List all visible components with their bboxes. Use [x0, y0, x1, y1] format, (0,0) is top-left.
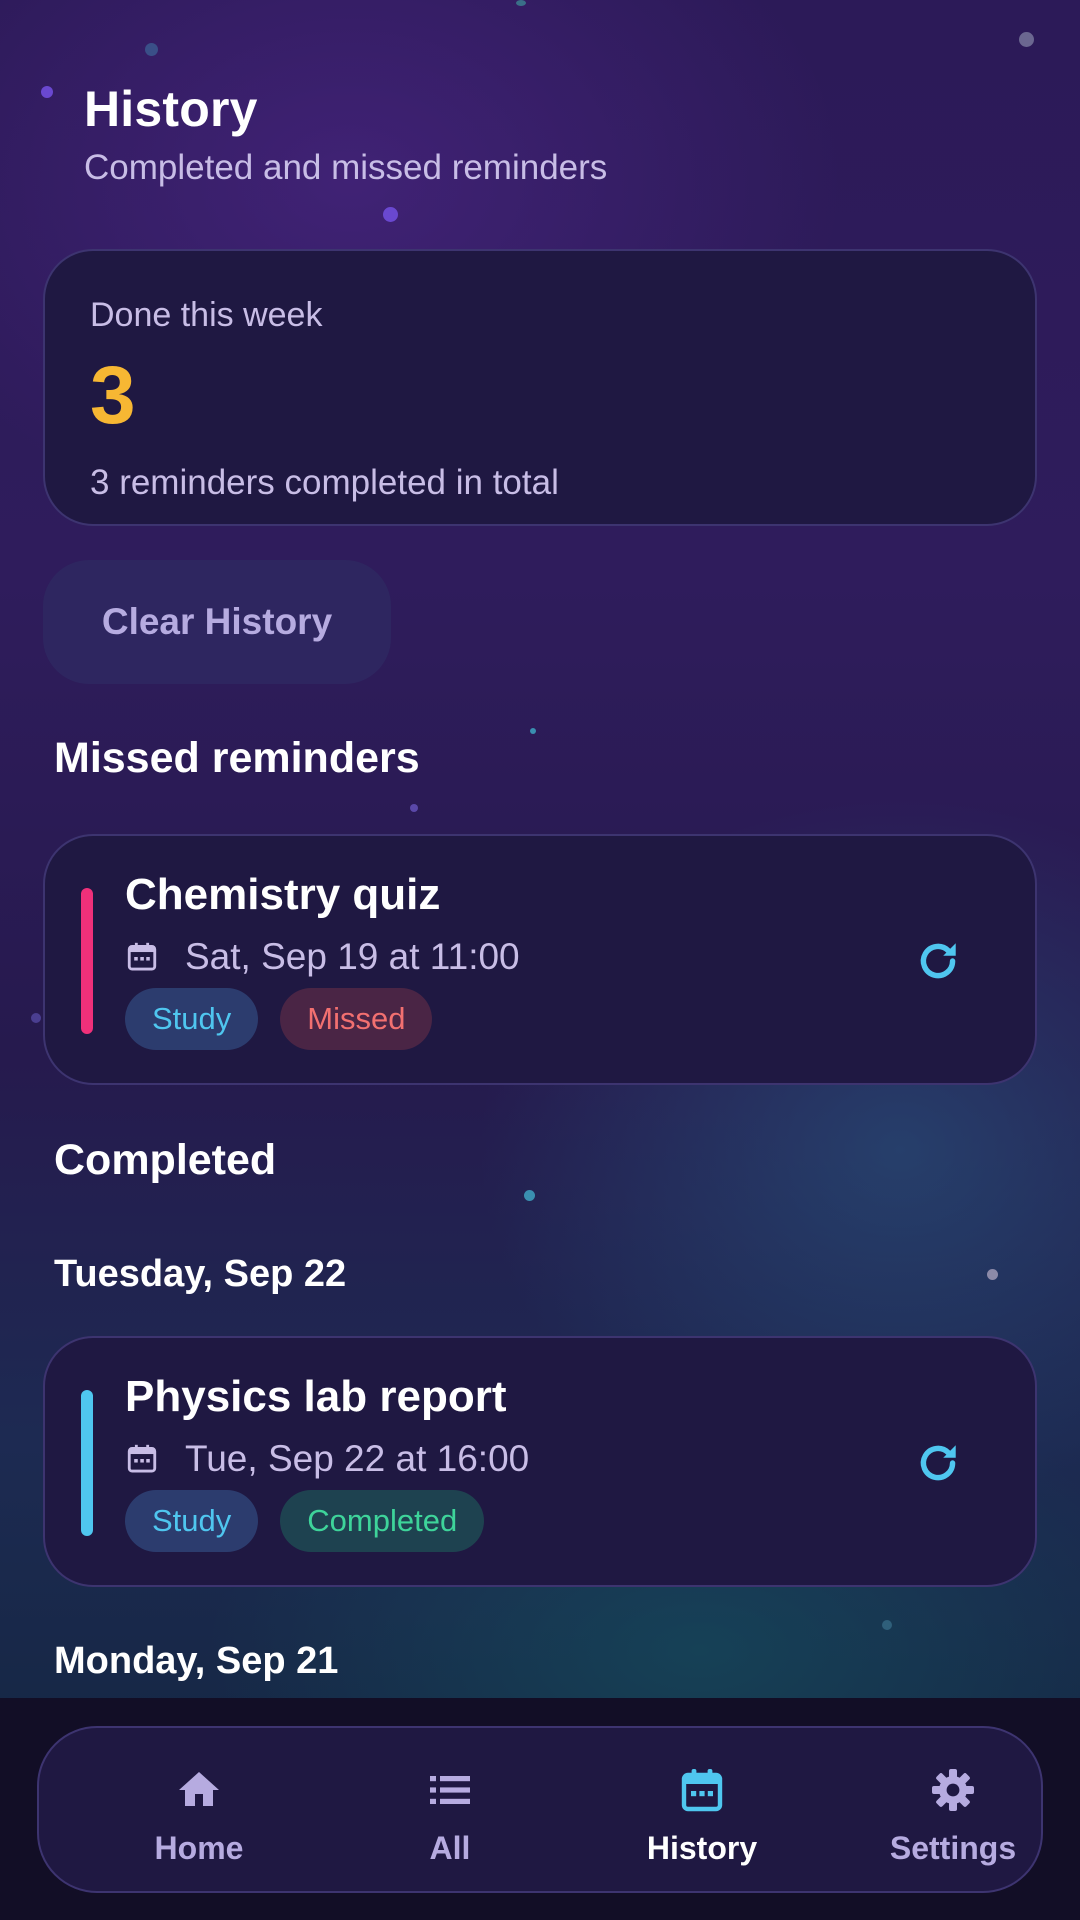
summary-total: 3 reminders completed in total	[90, 463, 559, 502]
summary-label: Done this week	[90, 296, 323, 334]
gear-icon	[932, 1769, 974, 1811]
nav-item-history[interactable]: History	[592, 1728, 812, 1895]
reminder-date: Sat, Sep 19 at 11:00	[185, 936, 520, 977]
category-chip: Study	[125, 988, 259, 1050]
status-badge: Missed	[280, 988, 433, 1050]
bottom-nav: Home All History Settings	[37, 1726, 1043, 1893]
nav-label: Home	[154, 1830, 244, 1866]
background-dot	[987, 1269, 998, 1280]
background-dot	[516, 0, 526, 6]
background-dot	[145, 43, 158, 56]
reminder-accent-bar	[81, 1390, 93, 1536]
nav-label: Settings	[889, 1830, 1017, 1866]
nav-label: All	[429, 1830, 471, 1866]
list-icon	[430, 1776, 470, 1804]
nav-item-all[interactable]: All	[340, 1728, 560, 1895]
reminder-title: Chemistry quiz	[125, 870, 441, 919]
reminder-chips: Study Missed	[125, 988, 454, 1050]
missed-section-title: Missed reminders	[54, 734, 420, 782]
completed-section-title: Completed	[54, 1136, 277, 1184]
summary-count: 3	[90, 350, 136, 441]
background-dot	[383, 207, 398, 222]
background-dot	[41, 86, 53, 98]
nav-label: History	[646, 1830, 758, 1866]
background-dot	[410, 804, 418, 812]
date-group-heading: Monday, Sep 21	[54, 1640, 339, 1682]
clear-history-button[interactable]: Clear History	[43, 560, 391, 684]
reminder-date-row: Tue, Sep 22 at 16:00	[125, 1438, 529, 1480]
reminder-date: Tue, Sep 22 at 16:00	[185, 1438, 530, 1479]
reminder-accent-bar	[81, 888, 93, 1034]
background-dot	[31, 1013, 41, 1023]
nav-item-home[interactable]: Home	[89, 1728, 309, 1895]
page-subtitle: Completed and missed reminders	[84, 148, 608, 187]
reminder-date-row: Sat, Sep 19 at 11:00	[125, 936, 520, 978]
page-header: History Completed and missed reminders	[84, 80, 607, 188]
page-title: History	[84, 81, 258, 137]
restore-icon[interactable]	[913, 1438, 963, 1488]
background-dot	[1019, 32, 1034, 47]
calendar-icon	[127, 1444, 157, 1473]
status-badge: Completed	[280, 1490, 485, 1552]
reminder-chips: Study Completed	[125, 1490, 506, 1552]
calendar-icon	[127, 942, 157, 971]
reminder-title: Physics lab report	[125, 1372, 507, 1421]
completed-reminder-card[interactable]: Physics lab report Tue, Sep 22 at 16:00 …	[43, 1336, 1037, 1587]
calendar-icon	[681, 1769, 723, 1812]
category-chip: Study	[125, 1490, 259, 1552]
background-dot	[530, 728, 536, 734]
restore-icon[interactable]	[913, 936, 963, 986]
background-dot	[882, 1620, 892, 1630]
date-group-heading: Tuesday, Sep 22	[54, 1253, 347, 1295]
missed-reminder-card[interactable]: Chemistry quiz Sat, Sep 19 at 11:00 Stud…	[43, 834, 1037, 1085]
background-dot	[524, 1190, 535, 1201]
weekly-summary-card: Done this week 3 3 reminders completed i…	[43, 249, 1037, 526]
nav-item-settings[interactable]: Settings	[843, 1728, 1063, 1895]
home-icon	[179, 1772, 219, 1806]
